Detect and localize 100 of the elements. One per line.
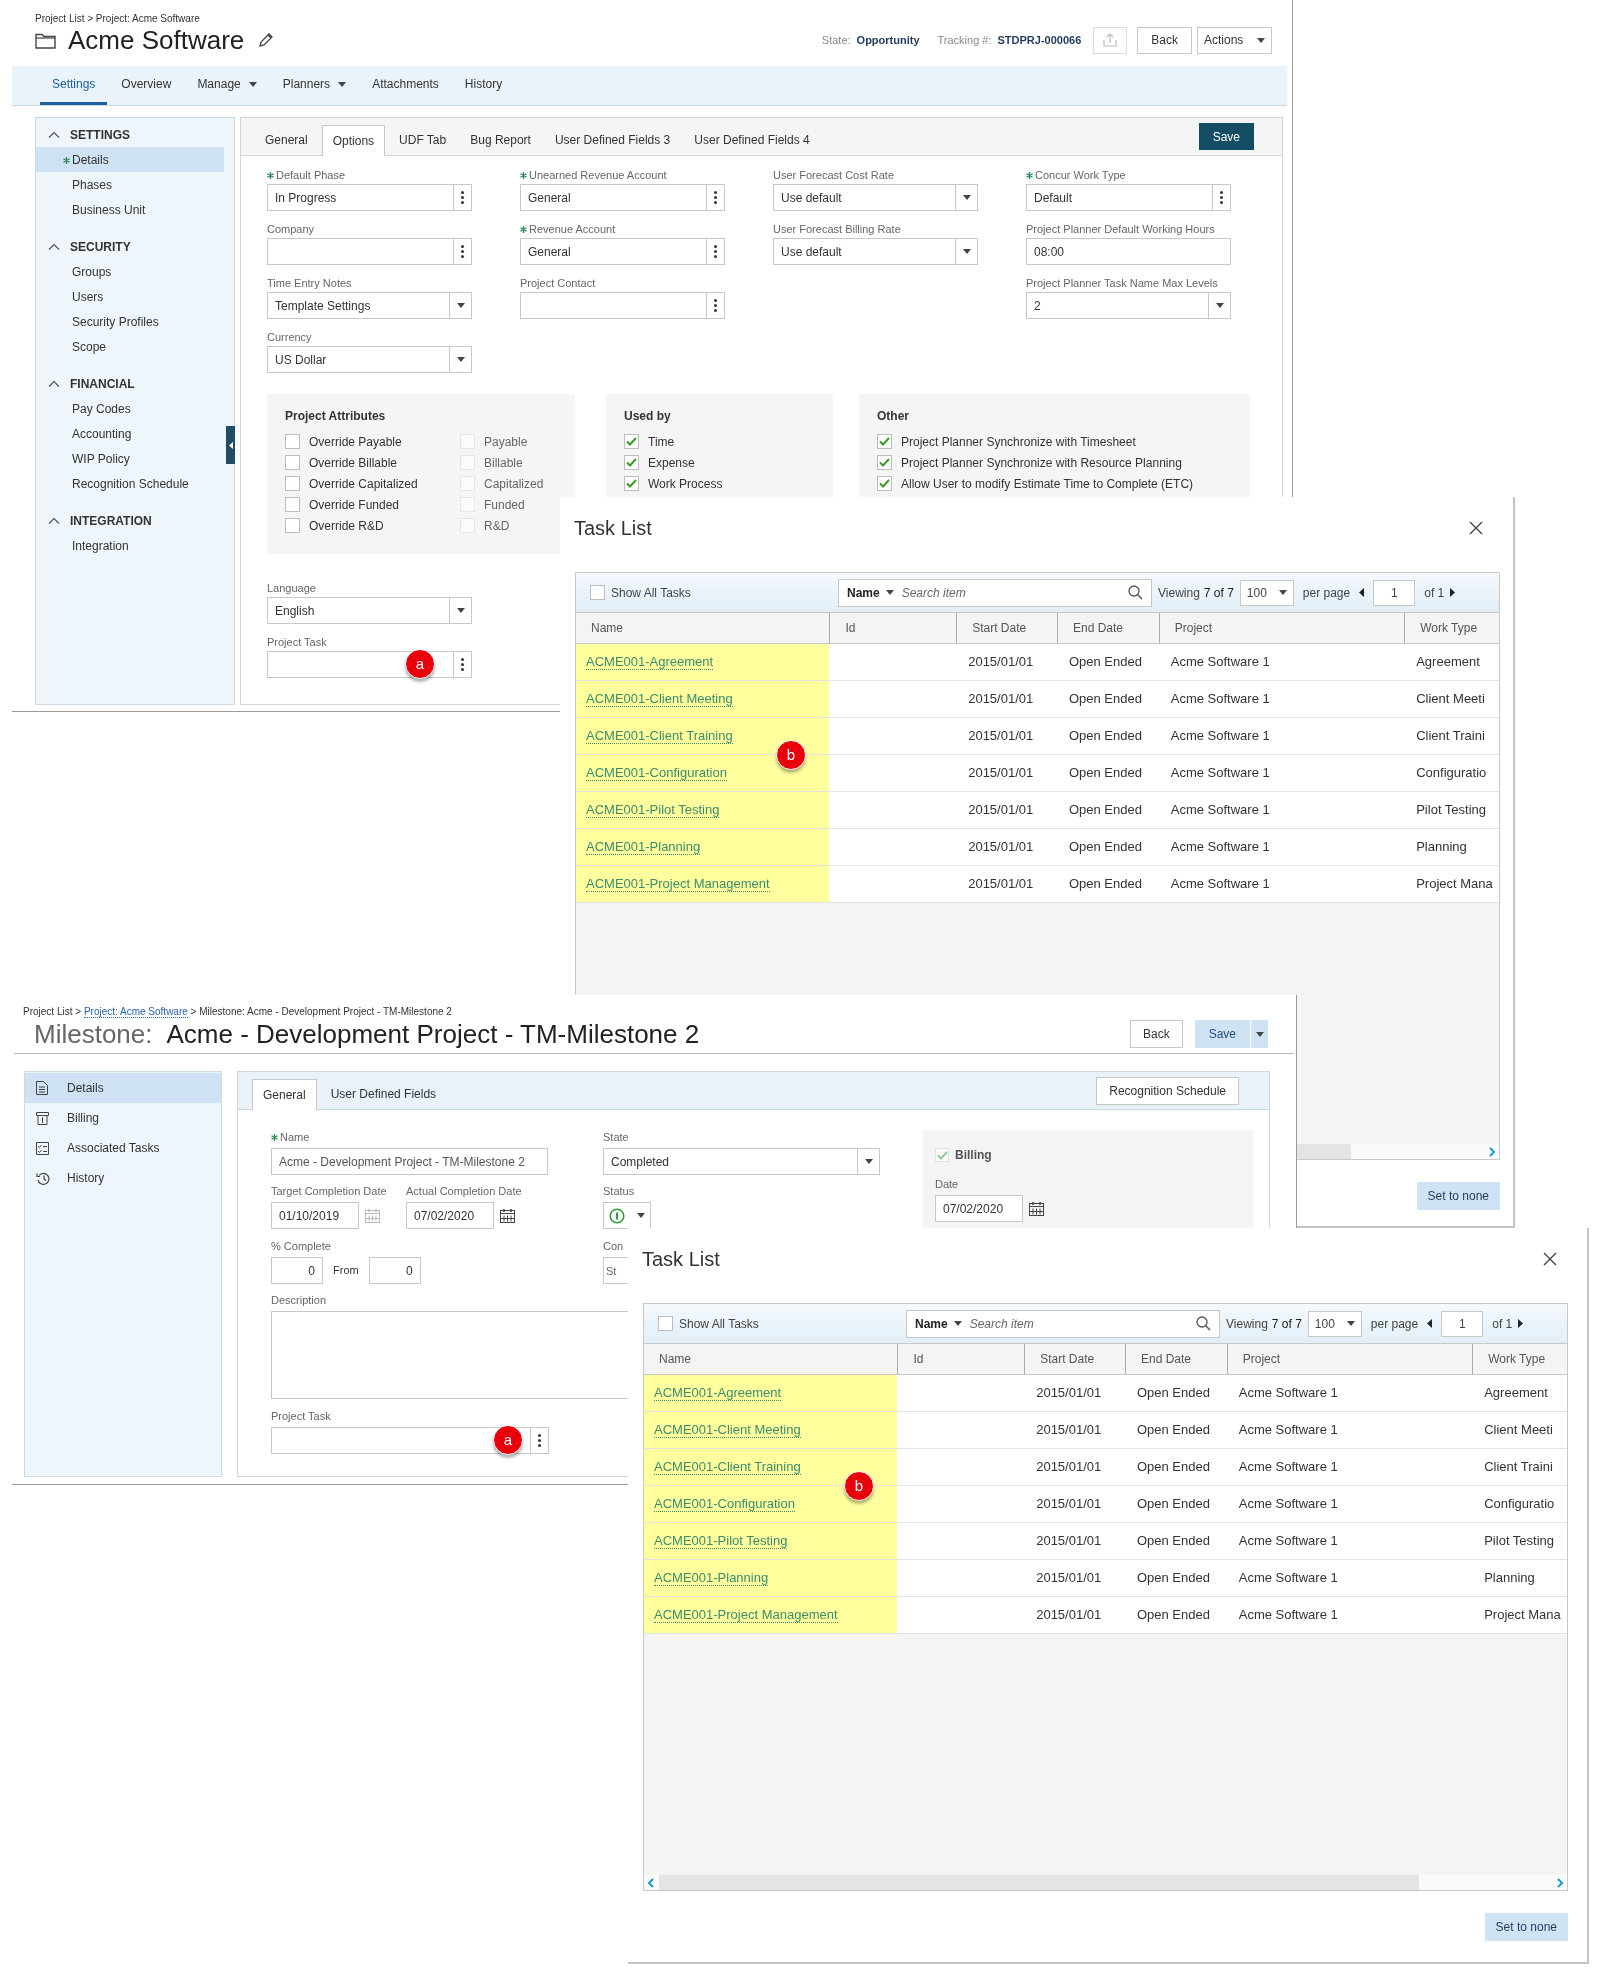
column-header[interactable]: Start Date xyxy=(956,613,1057,643)
search-scope-dropdown[interactable]: Name xyxy=(915,1314,962,1333)
column-header[interactable]: Id xyxy=(829,613,957,643)
tab[interactable]: User Defined Fields xyxy=(320,1079,447,1109)
dropdown[interactable]: English xyxy=(267,597,472,624)
column-header[interactable]: Work Type xyxy=(1404,613,1499,643)
tab[interactable]: Manage xyxy=(185,66,269,105)
input-field[interactable] xyxy=(520,292,707,319)
back-button[interactable]: Back xyxy=(1137,26,1192,54)
task-link[interactable]: ACME001-Planning xyxy=(654,1570,769,1586)
save-button[interactable]: Save xyxy=(1194,1020,1250,1048)
task-link[interactable]: ACME001-Client Meeting xyxy=(586,691,733,707)
checkbox[interactable] xyxy=(590,585,605,600)
search-scope-dropdown[interactable]: Name xyxy=(847,583,894,602)
task-link[interactable]: ACME001-Configuration xyxy=(586,765,727,781)
set-to-none-button[interactable]: Set to none xyxy=(1416,1182,1500,1210)
checkbox[interactable] xyxy=(877,434,892,449)
checkbox[interactable] xyxy=(877,455,892,470)
checkbox[interactable] xyxy=(285,455,300,470)
calendar-icon[interactable] xyxy=(1029,1201,1044,1216)
back-button[interactable]: Back xyxy=(1129,1020,1183,1048)
actions-dropdown[interactable]: Actions xyxy=(1197,26,1272,54)
task-link[interactable]: ACME001-Client Meeting xyxy=(654,1422,801,1438)
sidebar-item[interactable]: History xyxy=(25,1163,221,1193)
task-link[interactable]: ACME001-Project Management xyxy=(654,1607,838,1623)
search-field[interactable]: Name Search item xyxy=(906,1309,1220,1338)
tab[interactable]: User Defined Fields 4 xyxy=(684,125,820,155)
input-field[interactable]: In Progress xyxy=(267,184,454,211)
input-field[interactable]: General xyxy=(520,184,707,211)
set-to-none-button[interactable]: Set to none xyxy=(1484,1913,1568,1941)
lookup-button[interactable] xyxy=(1213,184,1231,211)
column-header[interactable]: Start Date xyxy=(1024,1344,1125,1374)
task-link[interactable]: ACME001-Pilot Testing xyxy=(586,802,720,818)
lookup-button[interactable] xyxy=(707,292,725,319)
column-header[interactable]: End Date xyxy=(1056,613,1159,643)
task-link[interactable]: ACME001-Agreement xyxy=(586,654,714,670)
column-header[interactable]: Name xyxy=(576,613,830,643)
sidebar-item[interactable]: Groups xyxy=(36,259,224,284)
input-field[interactable]: 08:00 xyxy=(1026,238,1231,265)
checkbox[interactable] xyxy=(285,476,300,491)
search-field[interactable]: Name Search item xyxy=(838,578,1152,607)
sidebar-item[interactable]: Security Profiles xyxy=(36,309,224,334)
task-link[interactable]: ACME001-Planning xyxy=(586,839,701,855)
recognition-schedule-button[interactable]: Recognition Schedule xyxy=(1096,1076,1239,1105)
tab[interactable]: User Defined Fields 3 xyxy=(544,125,681,155)
chevron-up-icon[interactable] xyxy=(48,131,60,138)
sidebar-item[interactable]: Associated Tasks xyxy=(25,1133,221,1163)
checkbox[interactable] xyxy=(658,1316,673,1331)
tab[interactable]: Options xyxy=(321,125,386,156)
input-field[interactable]: St xyxy=(603,1257,629,1284)
lookup-button[interactable] xyxy=(707,238,725,265)
dropdown[interactable]: Completed xyxy=(603,1148,880,1175)
checkbox[interactable] xyxy=(285,497,300,512)
lookup-button[interactable] xyxy=(531,1427,549,1454)
checkbox[interactable] xyxy=(877,476,892,491)
status-dropdown[interactable] xyxy=(603,1202,651,1229)
task-link[interactable]: ACME001-Configuration xyxy=(654,1496,795,1512)
input-field[interactable]: General xyxy=(520,238,707,265)
lookup-button[interactable] xyxy=(707,184,725,211)
task-link[interactable]: ACME001-Client Training xyxy=(654,1459,801,1475)
calendar-icon[interactable] xyxy=(500,1208,515,1223)
dropdown[interactable]: 2 xyxy=(1026,292,1231,319)
lookup-button[interactable] xyxy=(454,651,472,678)
column-header[interactable]: Project xyxy=(1226,1344,1473,1374)
checkbox[interactable] xyxy=(624,476,639,491)
sidebar-item[interactable]: Phases xyxy=(36,172,224,197)
close-button[interactable] xyxy=(1467,519,1485,537)
sidebar-item[interactable]: Details xyxy=(36,147,224,172)
save-button[interactable]: Save xyxy=(1198,123,1254,150)
dropdown[interactable]: Use default xyxy=(773,238,978,265)
column-header[interactable]: Name xyxy=(644,1344,898,1374)
input-field[interactable] xyxy=(271,1427,531,1454)
input-field[interactable]: 0 xyxy=(271,1257,323,1284)
sidebar-item[interactable]: Users xyxy=(36,284,224,309)
close-button[interactable] xyxy=(1541,1250,1559,1268)
sidebar-item[interactable]: Recognition Schedule xyxy=(36,471,224,496)
search-icon[interactable] xyxy=(1196,1316,1211,1331)
tab[interactable]: UDF Tab xyxy=(389,125,457,155)
task-link[interactable]: ACME001-Agreement xyxy=(654,1385,782,1401)
input-field[interactable] xyxy=(267,238,454,265)
input-field[interactable]: Default xyxy=(1026,184,1213,211)
lookup-button[interactable] xyxy=(454,184,472,211)
column-header[interactable]: Id xyxy=(897,1344,1025,1374)
search-icon[interactable] xyxy=(1128,585,1143,600)
breadcrumb-link[interactable]: Project: Acme Software xyxy=(83,1006,188,1018)
dropdown[interactable]: US Dollar xyxy=(267,346,472,373)
checkbox[interactable] xyxy=(285,434,300,449)
sidebar-item[interactable]: Integration xyxy=(36,533,224,558)
task-link[interactable]: ACME001-Project Management xyxy=(586,876,770,892)
dropdown[interactable]: Template Settings xyxy=(267,292,472,319)
checkbox[interactable] xyxy=(624,455,639,470)
task-link[interactable]: ACME001-Client Training xyxy=(586,728,733,744)
sidebar-item[interactable]: Details xyxy=(25,1073,221,1103)
sidebar-item[interactable]: Accounting xyxy=(36,421,224,446)
save-menu-button[interactable] xyxy=(1250,1020,1268,1048)
sidebar-item[interactable]: Scope xyxy=(36,334,224,359)
page-field[interactable]: 1 xyxy=(1373,579,1416,606)
sidebar-item[interactable]: Pay Codes xyxy=(36,396,224,421)
tab[interactable]: Attachments xyxy=(360,66,451,105)
chevron-up-icon[interactable] xyxy=(48,517,60,524)
